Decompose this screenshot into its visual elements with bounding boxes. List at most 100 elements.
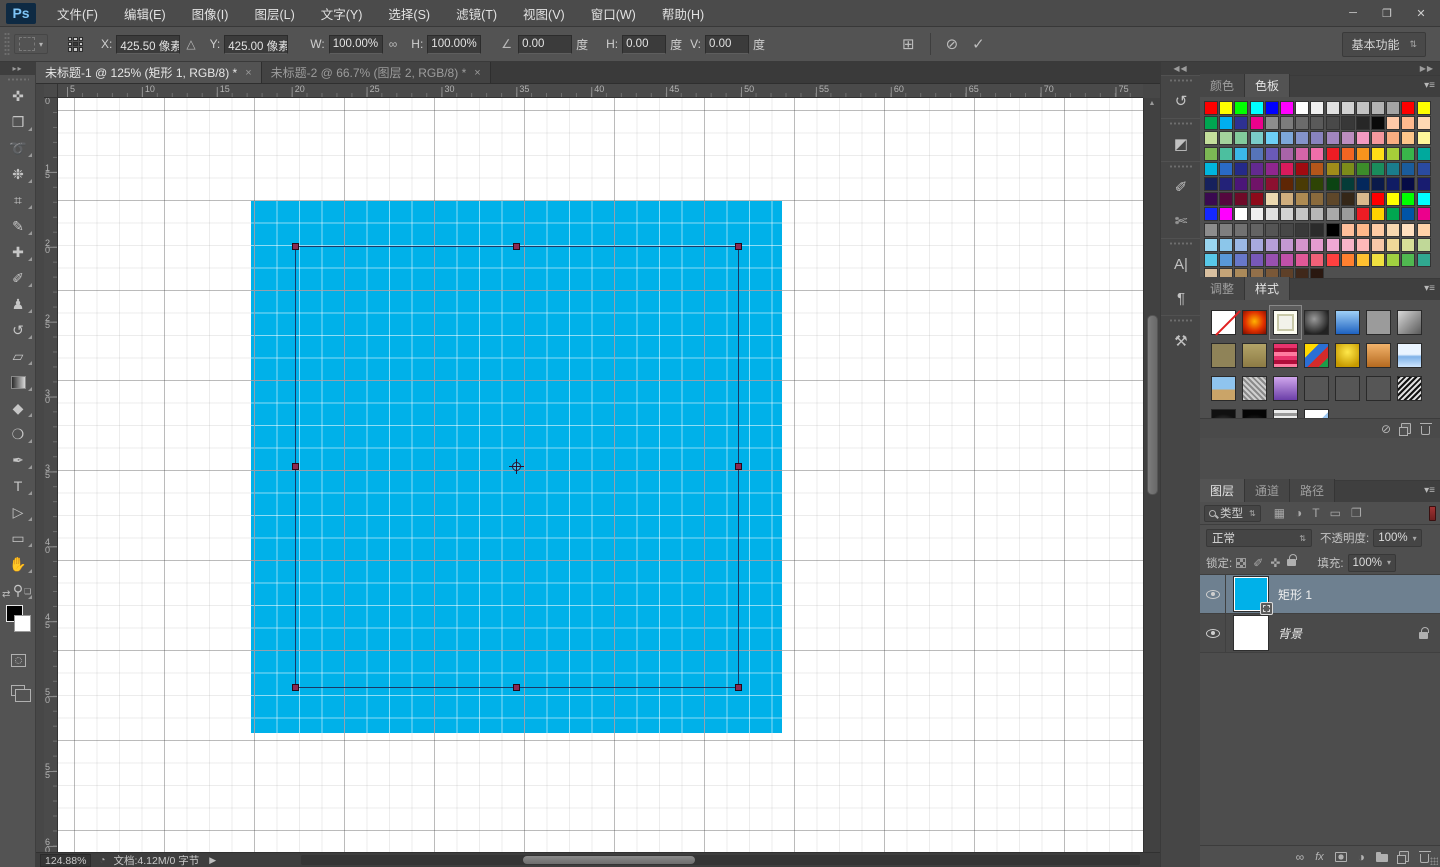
color-swatch[interactable] [1356, 223, 1370, 237]
layer-visibility-toggle[interactable] [1200, 575, 1226, 614]
color-swatch[interactable] [1250, 116, 1264, 130]
hand-tool[interactable]: ✋ [0, 551, 36, 577]
workspace-switcher[interactable]: 基本功能 ⇅ [1342, 32, 1426, 57]
color-swatch[interactable] [1295, 162, 1309, 176]
menu-item-4[interactable]: 文字(Y) [308, 0, 376, 26]
quick-selection-tool[interactable]: ❉ [0, 161, 36, 187]
color-swatch[interactable] [1401, 101, 1415, 115]
color-swatch[interactable] [1310, 192, 1324, 206]
color-swatch[interactable] [1341, 162, 1355, 176]
color-swatch[interactable] [1341, 131, 1355, 145]
swatches-tab-1[interactable]: 色板 [1245, 74, 1290, 97]
color-swatch[interactable] [1310, 238, 1324, 252]
color-swatch[interactable] [1265, 162, 1279, 176]
transform-handle-bottom-right[interactable] [735, 684, 742, 691]
color-swatch[interactable] [1280, 223, 1294, 237]
color-swatch[interactable] [1310, 223, 1324, 237]
color-swatch[interactable] [1417, 223, 1431, 237]
color-swatch[interactable] [1295, 131, 1309, 145]
panel-resize-grip[interactable] [1430, 857, 1438, 865]
color-swatch[interactable] [1219, 162, 1233, 176]
close-tab-icon[interactable]: × [474, 67, 480, 79]
color-swatch[interactable] [1295, 116, 1309, 130]
color-swatch[interactable] [1219, 147, 1233, 161]
transform-handle-bottom-left[interactable] [292, 684, 299, 691]
style-item-17[interactable] [1270, 372, 1301, 405]
move-tool[interactable]: ✜ [0, 83, 36, 109]
ruler-origin-corner[interactable] [44, 84, 58, 98]
color-swatch[interactable] [1386, 177, 1400, 191]
lock-transparency-icon[interactable] [1236, 558, 1246, 568]
color-swatch[interactable] [1265, 238, 1279, 252]
color-swatch[interactable] [1341, 253, 1355, 267]
color-swatch[interactable] [1371, 207, 1385, 221]
color-swatch[interactable] [1326, 147, 1340, 161]
color-swatch[interactable] [1326, 238, 1340, 252]
style-item-20[interactable] [1363, 372, 1394, 405]
color-swatch[interactable] [1356, 131, 1370, 145]
color-swatch[interactable] [1204, 238, 1218, 252]
color-swatch[interactable] [1401, 147, 1415, 161]
color-swatch[interactable] [1386, 207, 1400, 221]
color-swatch[interactable] [1265, 116, 1279, 130]
color-swatch[interactable] [1280, 192, 1294, 206]
color-swatch[interactable] [1234, 192, 1248, 206]
style-item-16[interactable] [1239, 372, 1270, 405]
style-item-13[interactable] [1363, 339, 1394, 372]
free-transform-box[interactable] [295, 246, 739, 688]
color-swatch[interactable] [1234, 162, 1248, 176]
color-swatch[interactable] [1326, 131, 1340, 145]
clone-stamp-tool[interactable]: ♟ [0, 291, 36, 317]
color-swatch[interactable] [1417, 192, 1431, 206]
color-swatch[interactable] [1250, 162, 1264, 176]
color-swatch[interactable] [1386, 116, 1400, 130]
color-swatch[interactable] [1326, 207, 1340, 221]
healing-brush-tool[interactable]: ✚ [0, 239, 36, 265]
color-swatch[interactable] [1371, 162, 1385, 176]
color-swatch[interactable] [1356, 192, 1370, 206]
color-swatch[interactable] [1219, 253, 1233, 267]
menu-item-3[interactable]: 图层(L) [241, 0, 307, 26]
color-swatch[interactable] [1219, 238, 1233, 252]
eyedropper-tool[interactable]: ✎ [0, 213, 36, 239]
color-swatch[interactable] [1310, 162, 1324, 176]
color-swatch[interactable] [1234, 116, 1248, 130]
color-swatch[interactable] [1401, 223, 1415, 237]
style-item-1[interactable] [1208, 306, 1239, 339]
color-swatch[interactable] [1219, 116, 1233, 130]
crop-tool[interactable]: ⌗ [0, 187, 36, 213]
color-swatch[interactable] [1371, 238, 1385, 252]
color-swatch[interactable] [1356, 147, 1370, 161]
delete-layer-icon[interactable] [1420, 854, 1429, 863]
color-swatch[interactable] [1326, 101, 1340, 115]
eraser-tool[interactable]: ▱ [0, 343, 36, 369]
color-swatch[interactable] [1417, 162, 1431, 176]
new-layer-icon[interactable] [1399, 851, 1409, 862]
height-scale-field[interactable]: 100.00% [427, 35, 481, 54]
color-swatch[interactable] [1250, 131, 1264, 145]
lock-pixels-icon[interactable]: ✐ [1253, 556, 1263, 570]
menu-item-5[interactable]: 选择(S) [375, 0, 443, 26]
adjustment-layer-icon[interactable]: ◑ [1358, 850, 1365, 864]
color-swatch[interactable] [1280, 162, 1294, 176]
layer-visibility-toggle[interactable] [1200, 614, 1226, 653]
color-swatch[interactable] [1265, 223, 1279, 237]
close-tab-icon[interactable]: × [245, 67, 251, 79]
layer-filter-toggle[interactable] [1429, 506, 1436, 521]
color-swatch[interactable] [1386, 223, 1400, 237]
color-swatch[interactable] [1204, 192, 1218, 206]
color-swatch[interactable] [1265, 177, 1279, 191]
style-item-7[interactable] [1394, 306, 1425, 339]
style-item-18[interactable] [1301, 372, 1332, 405]
y-position-field[interactable]: 425.00 像素 [224, 35, 288, 54]
color-swatch[interactable] [1295, 253, 1309, 267]
color-swatch[interactable] [1280, 177, 1294, 191]
style-item-3[interactable] [1270, 306, 1301, 339]
color-swatch[interactable] [1310, 207, 1324, 221]
toolbar-collapse[interactable]: ▸▸ [0, 62, 35, 75]
style-item-6[interactable] [1363, 306, 1394, 339]
color-swatch[interactable] [1401, 131, 1415, 145]
color-swatch[interactable] [1371, 147, 1385, 161]
color-swatch[interactable] [1326, 162, 1340, 176]
horizontal-scrollbar-thumb[interactable] [523, 856, 695, 864]
